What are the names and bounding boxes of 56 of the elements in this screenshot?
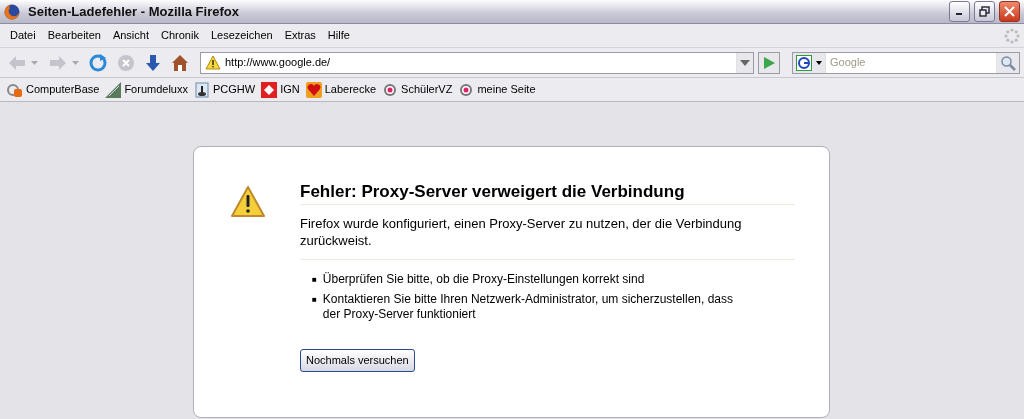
window-title: Seiten-Ladefehler - Mozilla Firefox (28, 2, 239, 21)
caret-icon (740, 59, 750, 66)
reload-icon (89, 53, 107, 72)
close-icon (1004, 6, 1015, 17)
download-arrow-icon (145, 53, 161, 72)
search-icon (1000, 54, 1016, 71)
bookmark-link[interactable]: PCGHW (190, 81, 259, 98)
dropdown-button[interactable] (736, 52, 753, 73)
hint-text: Überprüfen Sie bitte, ob die Proxy-Einstellungen korrekt sind (322, 272, 645, 288)
forward-arrow-icon (48, 53, 68, 72)
home-icon (171, 53, 189, 72)
restore-icon (979, 6, 990, 17)
bookmark-icon (382, 81, 399, 98)
firefox-logo-icon (4, 3, 20, 20)
retry-button[interactable]: Nochmals versuchen (300, 349, 415, 372)
bullet-marker: ■ (312, 294, 317, 307)
error-title: Fehler: Proxy-Server verweigert die Verbindung (300, 182, 795, 206)
search-button[interactable] (996, 52, 1019, 73)
hint-text: Kontaktieren Sie bitte Ihren Netzwerk-Administrator, um sicherzustellen, dass der Proxy-Server funktioniert (322, 292, 735, 323)
menu-item[interactable]: Hilfe (321, 25, 356, 46)
bookmark-link[interactable]: ComputerBase (4, 81, 103, 98)
address-bar[interactable]: http://www.google.de/ (200, 51, 754, 74)
warning-icon (230, 185, 266, 219)
bookmark-icon (305, 81, 322, 98)
stop-icon (117, 53, 135, 72)
menu-item[interactable]: Extras (278, 25, 322, 46)
warning-icon (205, 55, 221, 70)
go-button[interactable] (758, 51, 780, 74)
menu-item[interactable]: Bearbeiten (41, 25, 107, 46)
bookmark-link[interactable]: Forumdeluxx (102, 81, 191, 98)
throbber-icon (1004, 27, 1020, 44)
bullet-marker: ■ (312, 274, 317, 287)
bookmark-icon (261, 81, 278, 98)
error-description: Firefox wurde konfiguriert, einen Proxy-Server zu nutzen, der die Verbindung zurückweist. (300, 215, 795, 261)
bookmark-icon (7, 81, 23, 98)
caret-icon (816, 60, 822, 65)
minimize-button[interactable] (949, 1, 970, 22)
go-arrow-icon (762, 55, 776, 70)
restore-button[interactable] (974, 1, 995, 22)
caret-icon (31, 60, 38, 65)
search-bar[interactable]: Google (792, 51, 1020, 74)
menu-item[interactable]: Ansicht (106, 25, 155, 46)
engine-logo-icon (796, 54, 812, 71)
menu-item[interactable]: Chronik (155, 25, 205, 46)
bookmark-link[interactable]: meine Seite (455, 81, 539, 98)
bookmark-icon (458, 81, 475, 98)
close-button[interactable] (999, 1, 1020, 22)
bookmark-icon (193, 81, 210, 98)
search-engine-button[interactable] (793, 52, 826, 73)
bookmark-link[interactable]: Laberecke (302, 81, 380, 98)
menu-item[interactable]: Datei (4, 25, 42, 46)
caret-icon (72, 60, 79, 65)
menu-item[interactable]: Lesezeichen (204, 25, 279, 46)
bookmark-icon (105, 81, 122, 98)
bookmark-link[interactable]: SchülerVZ (379, 81, 456, 98)
bookmark-link[interactable]: IGN (258, 81, 303, 98)
